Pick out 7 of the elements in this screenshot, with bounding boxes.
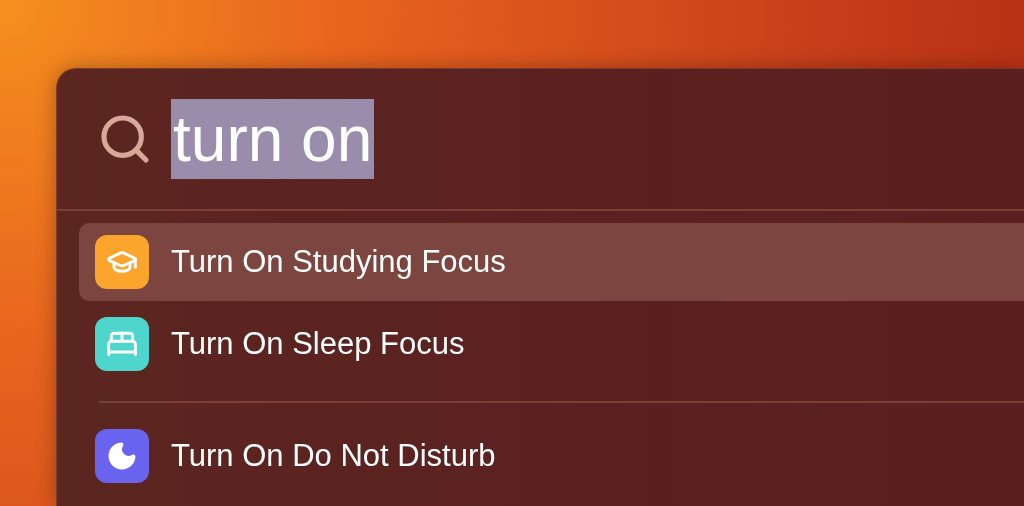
result-item[interactable]: Turn On Sleep Focus: [79, 305, 1024, 383]
result-label: Turn On Studying Focus: [171, 244, 506, 280]
result-item[interactable]: Turn On Do Not Disturb: [79, 417, 1024, 495]
result-label: Turn On Sleep Focus: [171, 326, 465, 362]
result-label: Turn On Do Not Disturb: [171, 438, 496, 474]
search-text: turn on: [171, 99, 375, 179]
result-item[interactable]: Turn On Studying Focus: [79, 223, 1024, 301]
